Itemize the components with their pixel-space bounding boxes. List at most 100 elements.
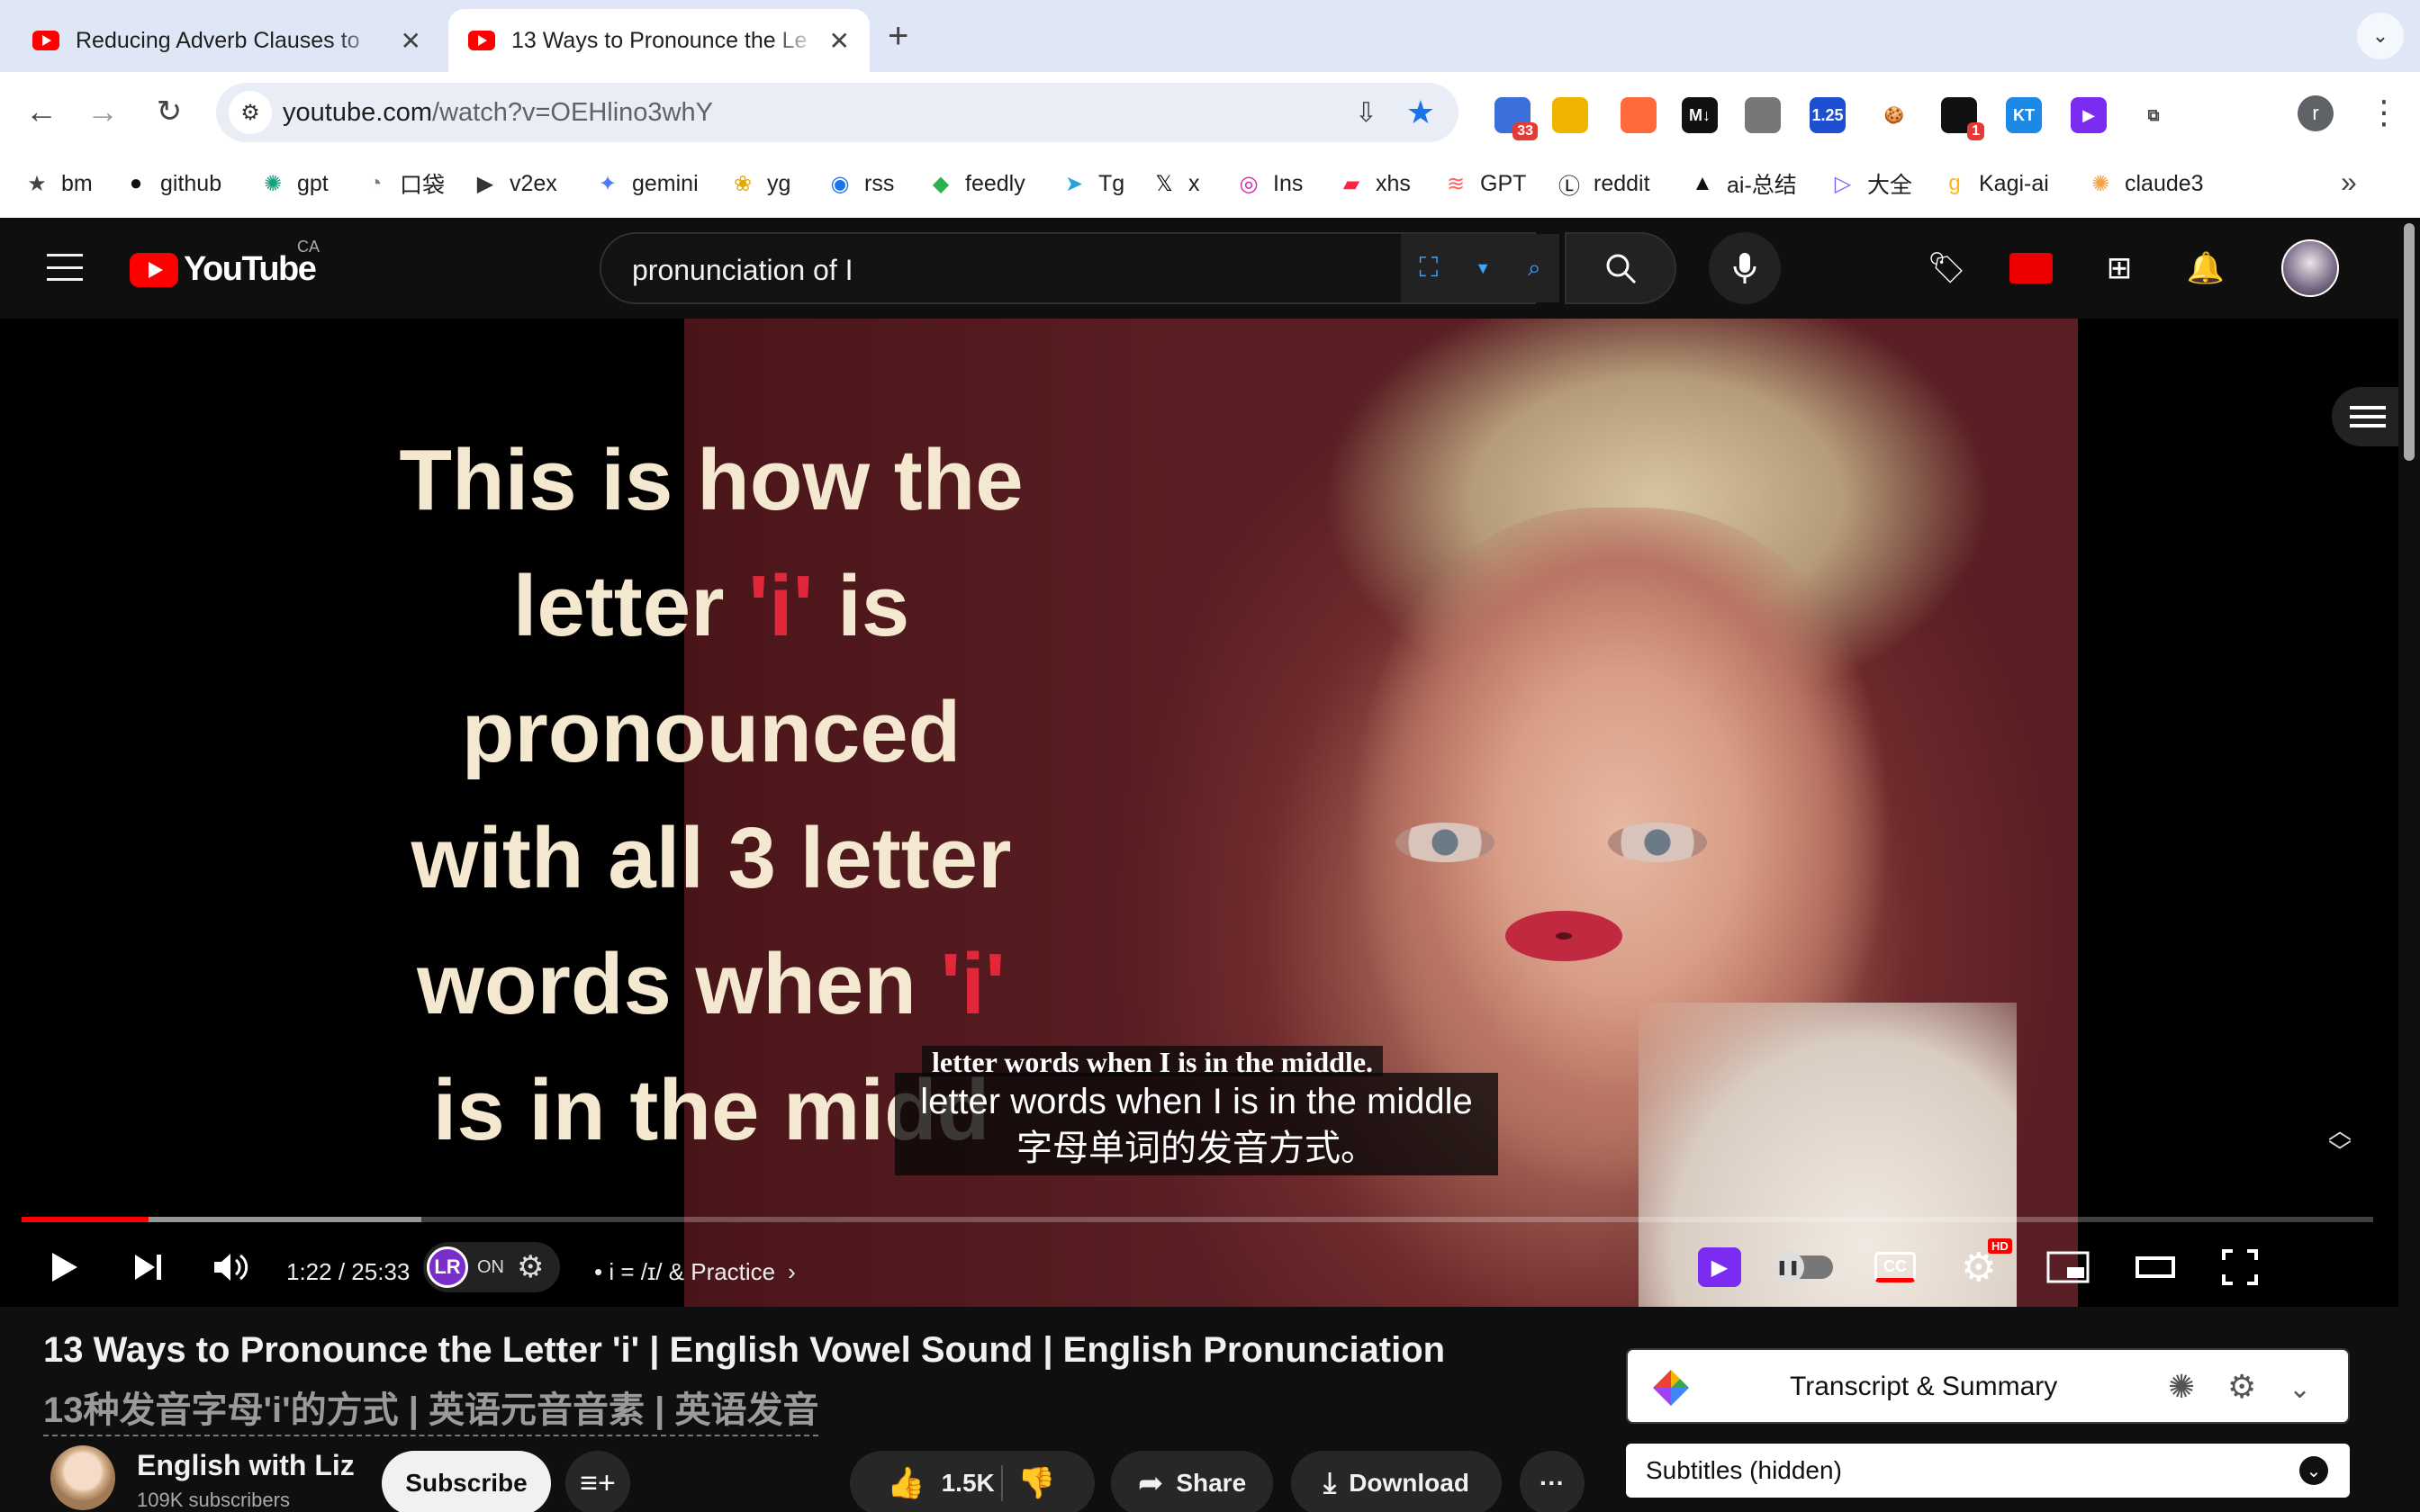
bookmark-bm[interactable]: ★ bm	[23, 166, 93, 202]
language-reactor-toggle[interactable]: LR ON ⚙	[423, 1242, 560, 1292]
expand-check-icon[interactable]: ⌄	[2299, 1456, 2328, 1485]
youtube-ext-icon[interactable]	[2008, 245, 2054, 292]
more-dots-icon: ···	[1540, 1469, 1565, 1497]
bookmark-rss[interactable]: ◉ rss	[826, 166, 895, 202]
expand-collapse-icon[interactable]: ︿ ﹀	[2328, 1119, 2352, 1164]
bookmark-star-icon[interactable]: ★	[1406, 94, 1435, 131]
lr-settings-icon[interactable]: ⚙	[517, 1249, 544, 1285]
cookie-ext-icon[interactable]: 🍪	[1876, 97, 1912, 133]
side-panel-handle-icon[interactable]	[2332, 387, 2398, 446]
site-info-icon[interactable]: ⚙	[229, 91, 272, 134]
notifications-bell-icon[interactable]: 🔔	[2182, 245, 2229, 292]
lr-play-button[interactable]: ▶	[1698, 1244, 1741, 1291]
subscribe-button[interactable]: Subscribe	[382, 1451, 551, 1512]
subtitles-button[interactable]: CC	[1874, 1244, 1916, 1291]
bookmark-yg[interactable]: ❀ yg	[729, 166, 790, 202]
progress-bar[interactable]	[22, 1217, 2373, 1222]
more-actions-button[interactable]: ···	[1520, 1451, 1585, 1512]
youtube-logo[interactable]: YouTube CA	[130, 238, 320, 289]
play-button[interactable]	[45, 1244, 81, 1291]
bookmark-v2ex[interactable]: ▶ v2ex	[472, 166, 557, 202]
address-bar[interactable]: ⚙ youtube.com/watch?v=OEHlino3whY ⇩ ★	[216, 83, 1458, 142]
download-ext-icon[interactable]	[1745, 97, 1781, 133]
chapter-title[interactable]: • i = /ɪ/ & Practice ›	[594, 1258, 796, 1286]
price-tag-icon[interactable]: 🏷	[1923, 245, 1970, 292]
openai-icon: ✺	[263, 171, 283, 196]
forward-icon[interactable]: →	[81, 90, 124, 133]
chrome-menu-icon[interactable]: ⋮	[2368, 94, 2400, 131]
more-bookmarks-icon[interactable]: »	[2341, 166, 2357, 199]
bookmark-xhs[interactable]: ▰ xhs	[1338, 166, 1411, 202]
search-button[interactable]	[1565, 232, 1676, 304]
transcript-summary-panel[interactable]: Transcript & Summary ✺ ⚙ ⌄	[1626, 1348, 2350, 1424]
puzzle-ext-icon[interactable]: ⧉	[2136, 97, 2172, 133]
thumbs-down-icon[interactable]: 👎	[1017, 1465, 1055, 1501]
close-tab-icon[interactable]: ✕	[401, 26, 421, 56]
markdown-ext-icon[interactable]: M↓	[1682, 97, 1718, 133]
account-avatar[interactable]	[2281, 239, 2339, 297]
bookmark-Ins[interactable]: ◎ Ins	[1235, 166, 1304, 202]
bookmark-ai-总结[interactable]: ▲ ai-总结	[1689, 166, 1797, 202]
url-text[interactable]: youtube.com/watch?v=OEHlino3whY	[283, 98, 713, 128]
bookmark-GPT[interactable]: ≋ GPT	[1442, 166, 1526, 202]
chatgpt-icon[interactable]: ✺	[2168, 1368, 2195, 1406]
theater-mode-button[interactable]	[2134, 1244, 2177, 1291]
voice-search-button[interactable]	[1709, 232, 1781, 304]
speed-ext-icon[interactable]: 1.25	[1810, 97, 1846, 133]
fullscreen-button[interactable]	[2220, 1244, 2260, 1291]
calendar-ext-icon[interactable]: 33	[1494, 97, 1538, 140]
new-tab-button[interactable]: +	[888, 16, 908, 56]
bookmark-claude3[interactable]: ✺ claude3	[2087, 166, 2204, 202]
miniplayer-button[interactable]	[2045, 1244, 2090, 1291]
download-icon: ⤓	[1323, 1466, 1337, 1498]
page-scrollbar[interactable]	[2398, 218, 2420, 1512]
channel-avatar[interactable]	[50, 1445, 115, 1510]
bookmark-Tg[interactable]: ➤ Tg	[1061, 166, 1124, 202]
browser-tab[interactable]: Reducing Adverb Clauses to ✕	[13, 9, 441, 72]
scrollbar-thumb[interactable]	[2404, 223, 2415, 461]
bubbles-ext-icon[interactable]	[1621, 97, 1657, 133]
profile-avatar[interactable]: r	[2298, 95, 2334, 131]
mute-button[interactable]	[211, 1244, 250, 1291]
notify-ext-icon[interactable]: 1	[1941, 97, 1984, 140]
search-input[interactable]: pronunciation of I	[600, 232, 1536, 304]
install-app-icon[interactable]: ⇩	[1355, 97, 1377, 129]
create-video-icon[interactable]: ⊞	[2096, 245, 2143, 292]
guide-menu-icon[interactable]	[47, 254, 83, 281]
translate-icon[interactable]: ⛶	[1419, 253, 1438, 284]
bookmark-Kagi-ai[interactable]: g Kagi-ai	[1941, 166, 2049, 202]
dropdown-caret-icon[interactable]: ▼	[1475, 259, 1491, 278]
bookmark-feedly[interactable]: ◆ feedly	[927, 166, 1025, 202]
caption-search-icon[interactable]: ⌕	[1528, 254, 1541, 283]
channel-name[interactable]: English with Liz	[137, 1449, 355, 1482]
browser-tab-active[interactable]: 13 Ways to Pronounce the Le ✕	[448, 9, 870, 72]
next-button[interactable]	[130, 1244, 166, 1291]
bookmark-大全[interactable]: ▷ 大全	[1829, 166, 1912, 202]
chevron-down-icon[interactable]: ⌄	[2289, 1373, 2311, 1405]
add-to-playlist-icon[interactable]: ≡+	[565, 1451, 630, 1512]
subtitles-label: Subtitles (hidden)	[1646, 1456, 1842, 1484]
bookmark-gpt[interactable]: ✺ gpt	[259, 166, 329, 202]
play-ext-icon[interactable]: ▶	[2071, 97, 2107, 133]
panel-settings-icon[interactable]: ⚙	[2227, 1368, 2256, 1406]
autoplay-toggle[interactable]: ❚❚	[1772, 1244, 1833, 1291]
like-button[interactable]: 👍 1.5K	[887, 1465, 995, 1501]
bookmark-gemini[interactable]: ✦ gemini	[594, 166, 699, 202]
video-player[interactable]: This is how the letter 'i' is pronounced wi…	[0, 319, 2398, 1307]
share-button[interactable]: ➦ Share	[1111, 1451, 1273, 1512]
gemini-icon: ✦	[598, 171, 618, 196]
bookmark-口袋[interactable]: ◔ 口袋	[362, 166, 445, 202]
reload-icon[interactable]: ↻	[148, 90, 191, 133]
download-button[interactable]: ⤓ Download	[1291, 1451, 1502, 1512]
settings-button[interactable]: ⚙ HD	[1961, 1238, 2012, 1291]
close-tab-icon[interactable]: ✕	[829, 26, 850, 56]
subtitles-panel[interactable]: Subtitles (hidden) ⌄	[1626, 1444, 2350, 1498]
back-icon[interactable]: ←	[20, 90, 63, 133]
miniplayer-icon	[2046, 1251, 2090, 1283]
kt-ext-icon[interactable]: KT	[2006, 97, 2042, 133]
bookmark-github[interactable]: ● github	[122, 166, 221, 202]
colorful-ext-icon[interactable]	[1552, 97, 1588, 133]
bookmark-x[interactable]: 𝕏x	[1151, 166, 1199, 202]
bookmark-reddit[interactable]: Ⓛreddit	[1556, 166, 1650, 202]
tab-search-chevron-icon[interactable]: ⌄	[2357, 13, 2404, 59]
